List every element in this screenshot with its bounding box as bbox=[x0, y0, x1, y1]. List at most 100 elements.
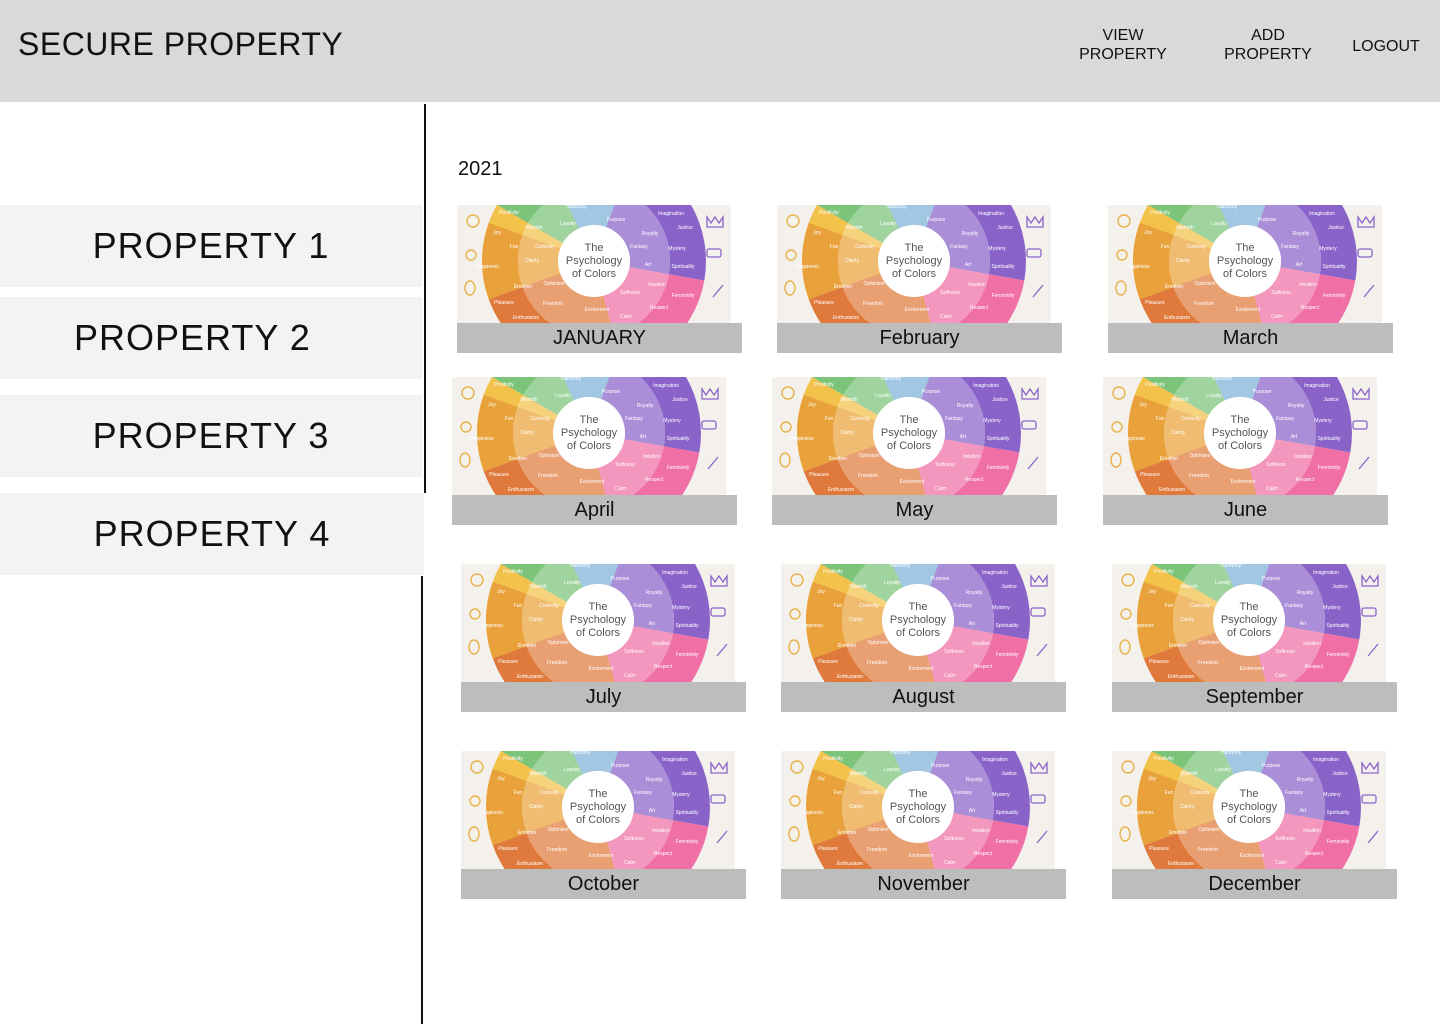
wheel-word: Fun bbox=[1165, 603, 1174, 609]
wheel-word: Harmony bbox=[1217, 205, 1238, 210]
wheel-word: Curiosity bbox=[1186, 244, 1206, 250]
wheel-word: Justice bbox=[992, 397, 1008, 403]
wheel-word: Joy bbox=[813, 230, 821, 236]
wheel-word: Fun bbox=[1156, 416, 1165, 422]
month-card-february[interactable]: Positivity Harmony Imagination Joy Warmth Loy… bbox=[777, 205, 1062, 353]
wheel-title: Psychology bbox=[566, 255, 623, 267]
wheel-word: Royalty bbox=[1293, 231, 1310, 237]
wheel-word: Fantasy bbox=[950, 244, 968, 250]
wheel-word: Warmth bbox=[840, 397, 858, 403]
app-brand: SECURE PROPERTY bbox=[18, 26, 344, 62]
month-card-march[interactable]: Positivity Harmony Imagination Joy Warmth Loy… bbox=[1108, 205, 1393, 353]
wheel-word: Enthusiasm bbox=[833, 315, 859, 321]
wheel-word: Mystery bbox=[992, 792, 1010, 798]
view-property-link[interactable]: VIEW PROPERTY bbox=[1073, 26, 1173, 64]
wheel-word: Calm bbox=[1266, 486, 1278, 492]
wheel-word: Joy bbox=[497, 589, 505, 595]
month-label: April bbox=[452, 495, 737, 525]
month-card-january[interactable]: Positivity Harmony Imagination Joy Warmth Loy… bbox=[457, 205, 742, 353]
wheel-word: Royalty bbox=[1297, 590, 1314, 596]
month-card-december[interactable]: Positivity Harmony Imagination Joy Warmth Loy… bbox=[1112, 751, 1397, 899]
wheel-word: Mystery bbox=[672, 792, 690, 798]
wheel-word: Mystery bbox=[1323, 792, 1341, 798]
wheel-word: Freedom bbox=[867, 660, 887, 666]
wheel-title: The bbox=[1240, 601, 1259, 613]
wheel-word: Positivity bbox=[1145, 382, 1165, 388]
wheel-word: Mystery bbox=[983, 418, 1001, 424]
wheel-word: Mystery bbox=[668, 246, 686, 252]
wheel-word: Imagination bbox=[662, 757, 688, 763]
wheel-word: Harmony bbox=[1221, 751, 1242, 756]
wheel-word: Harmony bbox=[890, 751, 911, 756]
month-card-november[interactable]: Positivity Harmony Imagination Joy Warmth Loy… bbox=[781, 751, 1066, 899]
wheel-word: Loyalty bbox=[564, 580, 580, 586]
wheel-word: Art bbox=[1296, 262, 1303, 268]
wheel-word: Intuition bbox=[963, 454, 981, 460]
month-card-august[interactable]: Positivity Harmony Imagination Joy Warmth Loy… bbox=[781, 564, 1066, 712]
wheel-word: Freedom bbox=[1198, 847, 1218, 853]
wheel-word: Clarity bbox=[1180, 804, 1195, 810]
sidebar-item-label: PROPERTY 4 bbox=[93, 513, 331, 554]
wheel-title: of Colors bbox=[1227, 814, 1272, 826]
wheel-word: Intuition bbox=[1294, 454, 1312, 460]
wheel-word: Joy bbox=[1148, 589, 1156, 595]
wheel-word: Warmth bbox=[1171, 397, 1189, 403]
wheel-word: Respect bbox=[654, 664, 673, 670]
wheel-word: Justice bbox=[997, 225, 1013, 231]
wheel-word: Respect bbox=[965, 477, 984, 483]
month-card-may[interactable]: Positivity Harmony Imagination Joy Warmth Loy… bbox=[772, 377, 1057, 525]
wheel-word: Femininity bbox=[996, 652, 1019, 658]
wheel-word: Fun bbox=[830, 244, 839, 250]
wheel-word: Positivity bbox=[503, 756, 523, 762]
wheel-word: Pleasure bbox=[498, 846, 518, 852]
sidebar-item-property-3[interactable]: PROPERTY 3 bbox=[0, 395, 422, 477]
wheel-word: Optimism bbox=[1198, 640, 1219, 646]
wheel-word: Excitement bbox=[589, 853, 614, 859]
wheel-word: Fantasy bbox=[1285, 790, 1303, 796]
wheel-word: Warmth bbox=[849, 771, 867, 777]
sidebar-item-property-4[interactable]: PROPERTY 4 bbox=[0, 493, 424, 575]
wheel-word: Art bbox=[649, 808, 656, 814]
wheel-word: Optimism bbox=[867, 640, 888, 646]
wheel-title: The bbox=[585, 242, 604, 254]
view-property-label-line2: PROPERTY bbox=[1079, 46, 1167, 63]
sidebar-item-property-1[interactable]: PROPERTY 1 bbox=[0, 205, 422, 287]
wheel-title: Psychology bbox=[1221, 614, 1278, 626]
wheel-word: Harmony bbox=[890, 564, 911, 569]
wheel-word: Freedom bbox=[1194, 301, 1214, 307]
wheel-word: Fun bbox=[514, 603, 523, 609]
wheel-word: Fantasy bbox=[1285, 603, 1303, 609]
wheel-word: Positivity bbox=[499, 210, 519, 216]
wheel-word: Enthusiasm bbox=[828, 487, 854, 493]
wheel-word: Calm bbox=[615, 486, 627, 492]
wheel-word: Calm bbox=[1275, 673, 1287, 679]
wheel-title: The bbox=[1231, 414, 1250, 426]
wheel-word: Justice bbox=[1001, 771, 1017, 777]
month-card-june[interactable]: Positivity Harmony Imagination Joy Warmth Loy… bbox=[1103, 377, 1388, 525]
wheel-word: Happiness bbox=[470, 436, 494, 442]
wheel-word: Purpose bbox=[927, 217, 946, 223]
wheel-word: Emotion bbox=[514, 284, 533, 290]
wheel-word: Excitement bbox=[900, 479, 925, 485]
add-property-link[interactable]: ADD PROPERTY bbox=[1218, 26, 1318, 64]
month-card-july[interactable]: Positivity Harmony Imagination Joy Warmth Loy… bbox=[461, 564, 746, 712]
month-card-april[interactable]: Positivity Harmony Imagination Joy Warmth Loy… bbox=[452, 377, 737, 525]
wheel-word: Emotion bbox=[518, 643, 537, 649]
wheel-word: Warmth bbox=[1180, 584, 1198, 590]
wheel-word: Imagination bbox=[658, 211, 684, 217]
logout-link[interactable]: LOGOUT bbox=[1346, 37, 1426, 56]
sidebar-item-property-2[interactable]: PROPERTY 2 bbox=[0, 297, 422, 379]
wheel-word: Pleasure bbox=[1149, 659, 1169, 665]
wheel-word: Clarity bbox=[1176, 258, 1191, 264]
wheel-word: Pleasure bbox=[818, 659, 838, 665]
wheel-word: Intuition bbox=[972, 828, 990, 834]
wheel-word: Intuition bbox=[643, 454, 661, 460]
wheel-title: Psychology bbox=[881, 427, 938, 439]
wheel-word: Warmth bbox=[845, 225, 863, 231]
wheel-word: Clarity bbox=[529, 617, 544, 623]
month-card-september[interactable]: Positivity Harmony Imagination Joy Warmth Loy… bbox=[1112, 564, 1397, 712]
wheel-word: Purpose bbox=[1262, 763, 1281, 769]
wheel-word: Fun bbox=[834, 790, 843, 796]
wheel-word: Emotion bbox=[1160, 456, 1179, 462]
month-card-october[interactable]: Positivity Harmony Imagination Joy Warmth Loy… bbox=[461, 751, 746, 899]
